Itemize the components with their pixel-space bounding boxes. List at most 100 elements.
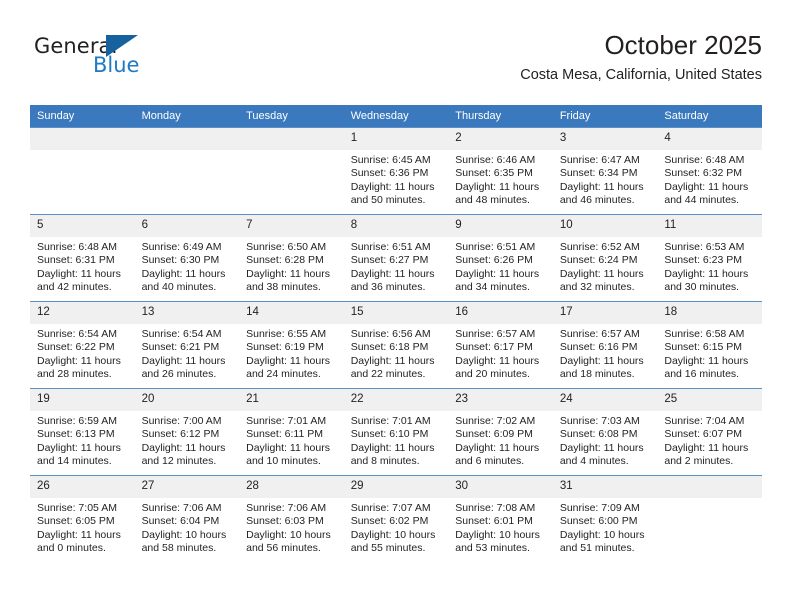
calendar-day-cell[interactable]: 21 Sunrise: 7:01 AM Sunset: 6:11 PM Dayligh… (239, 388, 344, 476)
calendar-day-cell[interactable]: 22 Sunrise: 7:01 AM Sunset: 6:10 PM Dayligh… (343, 388, 449, 476)
calendar-day-cell[interactable]: 25 Sunrise: 7:04 AM Sunset: 6:07 PM Dayligh… (657, 388, 762, 476)
day-details: Sunrise: 7:07 AM Sunset: 6:02 PM Daylight:… (344, 498, 449, 556)
day-details: Sunrise: 6:49 AM Sunset: 6:30 PM Daylight:… (135, 237, 240, 295)
calendar-day-cell[interactable]: 6 Sunrise: 6:49 AM Sunset: 6:30 PM Daylight… (134, 214, 240, 302)
calendar-day-cell[interactable]: 29 Sunrise: 7:07 AM Sunset: 6:02 PM Dayligh… (343, 475, 449, 562)
sunrise-text: Sunrise: 6:55 AM (246, 328, 327, 340)
daylight-text-line1: Daylight: 11 hours (141, 441, 226, 454)
sunrise-text: Sunrise: 7:01 AM (350, 415, 431, 427)
sunrise-text: Sunrise: 7:05 AM (37, 502, 117, 514)
calendar-day-cell[interactable]: 28 Sunrise: 7:06 AM Sunset: 6:03 PM Dayligh… (239, 475, 344, 562)
calendar-day-cell[interactable]: 14 Sunrise: 6:55 AM Sunset: 6:19 PM Dayligh… (239, 301, 344, 389)
daylight-text-line2: and 56 minutes. (246, 542, 321, 555)
sunrise-text: Sunrise: 6:59 AM (37, 415, 117, 427)
calendar-day-cell[interactable]: 16 Sunrise: 6:57 AM Sunset: 6:17 PM Dayligh… (448, 301, 553, 389)
calendar-day-cell[interactable]: 9 Sunrise: 6:51 AM Sunset: 6:26 PM Daylight… (448, 214, 553, 302)
day-number (657, 476, 762, 498)
logo-general-blue[interactable]: General Blue (34, 34, 244, 90)
calendar-day-cell[interactable]: 1 Sunrise: 6:45 AM Sunset: 6:36 PM Daylight… (343, 127, 449, 215)
daylight-text-line2: and 40 minutes. (141, 281, 217, 294)
daylight-text-line2: and 18 minutes. (559, 368, 635, 381)
daylight-text-line2: and 26 minutes. (141, 368, 217, 381)
calendar-day-cell[interactable]: 12 Sunrise: 6:54 AM Sunset: 6:22 PM Dayligh… (30, 301, 135, 389)
calendar-day-cell[interactable]: 4 Sunrise: 6:48 AM Sunset: 6:32 PM Daylight… (657, 127, 762, 215)
day-details: Sunrise: 7:05 AM Sunset: 6:05 PM Daylight:… (30, 498, 135, 556)
calendar-day-cell[interactable]: 10 Sunrise: 6:52 AM Sunset: 6:24 PM Dayligh… (552, 214, 658, 302)
calendar-day-cell[interactable]: 26 Sunrise: 7:05 AM Sunset: 6:05 PM Dayligh… (30, 475, 135, 562)
calendar-day-cell-empty (134, 127, 240, 215)
sunrise-text: Sunrise: 6:51 AM (455, 241, 536, 253)
calendar-day-cell[interactable]: 2 Sunrise: 6:46 AM Sunset: 6:35 PM Daylight… (448, 127, 553, 215)
daylight-text-line1: Daylight: 11 hours (559, 354, 644, 367)
day-details: Sunrise: 6:56 AM Sunset: 6:18 PM Daylight:… (344, 324, 449, 382)
sunset-text: Sunset: 6:22 PM (37, 341, 115, 354)
day-details: Sunrise: 6:51 AM Sunset: 6:27 PM Daylight:… (344, 237, 449, 295)
day-details: Sunrise: 6:50 AM Sunset: 6:28 PM Daylight:… (239, 237, 344, 295)
day-details: Sunrise: 6:59 AM Sunset: 6:13 PM Daylight:… (30, 411, 135, 469)
sunset-text: Sunset: 6:04 PM (141, 515, 220, 528)
day-number (239, 128, 344, 150)
day-number: 21 (239, 389, 344, 411)
sunset-text: Sunset: 6:01 PM (455, 515, 533, 528)
weekday-header-saturday: Saturday (657, 105, 762, 128)
calendar-day-cell[interactable]: 8 Sunrise: 6:51 AM Sunset: 6:27 PM Daylight… (343, 214, 449, 302)
sunset-text: Sunset: 6:17 PM (455, 341, 533, 354)
daylight-text-line2: and 6 minutes. (455, 455, 525, 468)
sunrise-text: Sunrise: 7:06 AM (141, 502, 222, 514)
calendar-day-cell[interactable]: 24 Sunrise: 7:03 AM Sunset: 6:08 PM Dayligh… (552, 388, 658, 476)
daylight-text-line2: and 51 minutes. (559, 542, 635, 555)
sunset-text: Sunset: 6:32 PM (664, 167, 743, 180)
calendar-day-cell[interactable]: 3 Sunrise: 6:47 AM Sunset: 6:34 PM Daylight… (552, 127, 658, 215)
calendar-day-cell[interactable]: 23 Sunrise: 7:02 AM Sunset: 6:09 PM Dayligh… (448, 388, 553, 476)
sunset-text: Sunset: 6:15 PM (664, 341, 743, 354)
daylight-text-line1: Daylight: 11 hours (350, 441, 435, 454)
daylight-text-line2: and 14 minutes. (37, 455, 112, 468)
daylight-text-line1: Daylight: 11 hours (37, 528, 121, 541)
sunset-text: Sunset: 6:26 PM (455, 254, 533, 267)
calendar-day-cell[interactable]: 17 Sunrise: 6:57 AM Sunset: 6:16 PM Dayligh… (552, 301, 658, 389)
calendar-day-cell[interactable]: 31 Sunrise: 7:09 AM Sunset: 6:00 PM Dayligh… (552, 475, 658, 562)
calendar-day-cell[interactable]: 19 Sunrise: 6:59 AM Sunset: 6:13 PM Dayligh… (30, 388, 135, 476)
daylight-text-line1: Daylight: 11 hours (37, 267, 121, 280)
calendar-day-cell[interactable]: 20 Sunrise: 7:00 AM Sunset: 6:12 PM Dayligh… (134, 388, 240, 476)
day-number: 6 (134, 215, 240, 237)
daylight-text-line1: Daylight: 11 hours (455, 441, 540, 454)
weekday-header-sunday: Sunday (30, 105, 135, 128)
calendar-day-cell[interactable]: 7 Sunrise: 6:50 AM Sunset: 6:28 PM Daylight… (239, 214, 344, 302)
daylight-text-line1: Daylight: 11 hours (246, 267, 330, 280)
calendar-day-cell[interactable]: 15 Sunrise: 6:56 AM Sunset: 6:18 PM Dayligh… (343, 301, 449, 389)
daylight-text-line2: and 32 minutes. (559, 281, 635, 294)
day-number: 29 (343, 476, 449, 498)
calendar-day-cell[interactable]: 18 Sunrise: 6:58 AM Sunset: 6:15 PM Dayligh… (657, 301, 762, 389)
daylight-text-line2: and 42 minutes. (37, 281, 112, 294)
title-block: October 2025 Costa Mesa, California, Uni… (520, 28, 762, 85)
day-details: Sunrise: 6:58 AM Sunset: 6:15 PM Daylight:… (657, 324, 762, 382)
sunrise-text: Sunrise: 6:58 AM (664, 328, 745, 340)
sunset-text: Sunset: 6:09 PM (455, 428, 533, 441)
sunset-text: Sunset: 6:10 PM (350, 428, 429, 441)
day-number: 16 (448, 302, 553, 324)
calendar-week-row: 19 Sunrise: 6:59 AM Sunset: 6:13 PM Dayligh… (30, 388, 762, 476)
sunset-text: Sunset: 6:02 PM (350, 515, 429, 528)
sunset-text: Sunset: 6:30 PM (141, 254, 220, 267)
calendar-day-cell[interactable]: 5 Sunrise: 6:48 AM Sunset: 6:31 PM Daylight… (30, 214, 135, 302)
day-number: 3 (552, 128, 658, 150)
daylight-text-line1: Daylight: 11 hours (141, 267, 226, 280)
daylight-text-line1: Daylight: 10 hours (246, 528, 331, 541)
day-details: Sunrise: 6:57 AM Sunset: 6:17 PM Daylight:… (448, 324, 553, 382)
day-number: 13 (134, 302, 240, 324)
sunset-text: Sunset: 6:18 PM (350, 341, 429, 354)
calendar-day-cell[interactable]: 11 Sunrise: 6:53 AM Sunset: 6:23 PM Dayligh… (657, 214, 762, 302)
daylight-text-line2: and 48 minutes. (455, 194, 530, 207)
daylight-text-line1: Daylight: 11 hours (664, 441, 749, 454)
calendar-day-cell[interactable]: 13 Sunrise: 6:54 AM Sunset: 6:21 PM Dayligh… (134, 301, 240, 389)
sunrise-text: Sunrise: 6:57 AM (455, 328, 536, 340)
calendar-day-cell[interactable]: 27 Sunrise: 7:06 AM Sunset: 6:04 PM Dayligh… (134, 475, 240, 562)
sunset-text: Sunset: 6:21 PM (141, 341, 220, 354)
calendar-day-cell[interactable]: 30 Sunrise: 7:08 AM Sunset: 6:01 PM Dayligh… (448, 475, 553, 562)
daylight-text-line1: Daylight: 11 hours (664, 267, 749, 280)
day-number: 27 (134, 476, 240, 498)
sunrise-sunset-calendar: Sunday Monday Tuesday Wednesday Thursday… (30, 105, 762, 562)
daylight-text-line1: Daylight: 11 hours (246, 354, 330, 367)
sunrise-text: Sunrise: 7:07 AM (350, 502, 431, 514)
